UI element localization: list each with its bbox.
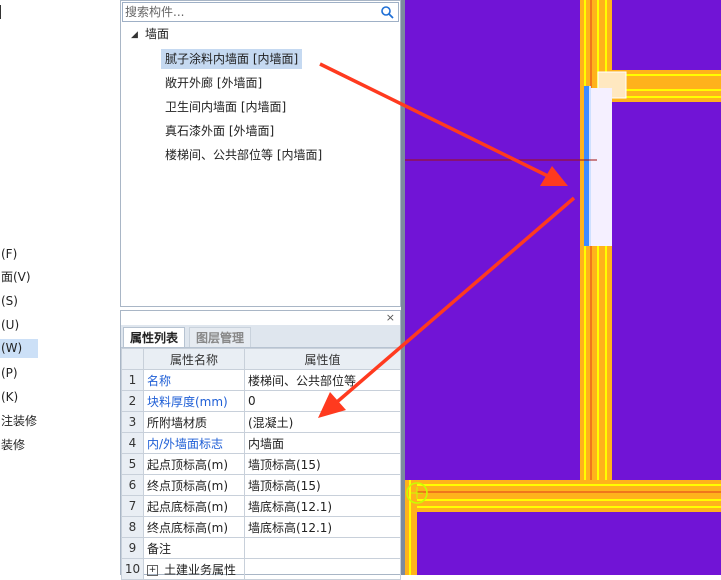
property-name-text: 起点顶标高(m) [147, 457, 229, 472]
property-value[interactable]: 墙底标高(12.1) [244, 495, 401, 517]
properties-panel: × 属性列表 图层管理 属性名称 属性值 1 名称 楼梯间、公共部位等 2 块料厚度(m… [120, 310, 401, 580]
property-name: 终点底标高(m) [143, 516, 245, 538]
property-value[interactable]: 墙底标高(12.1) [244, 516, 401, 538]
property-name-text: 名称 [147, 373, 172, 388]
left-menu-item[interactable]: (F) [0, 245, 17, 264]
header-index [121, 348, 144, 370]
search-box [122, 2, 399, 22]
left-menu-item[interactable]: (S) [0, 292, 18, 311]
row-index: 7 [121, 495, 144, 517]
row-index: 5 [121, 453, 144, 475]
property-name: 所附墙材质 [143, 411, 245, 433]
property-row[interactable]: 3 所附墙材质 (混凝土) [121, 411, 401, 433]
property-table-header: 属性名称 属性值 [121, 348, 401, 370]
row-index: 2 [121, 390, 144, 412]
header-property-name: 属性名称 [143, 348, 245, 370]
left-menu-item[interactable]: (K) [0, 388, 18, 407]
property-name-text: 终点顶标高(m) [147, 478, 229, 493]
left-menu-panel: (F) 面(V) (S) (U) (W) (P) (K) 注装修装修 [0, 0, 118, 575]
tree-root-label: 墙面 [145, 27, 170, 41]
property-name: 内/外墙面标志 [143, 432, 245, 454]
row-index: 9 [121, 537, 144, 559]
property-name-text: 块料厚度(mm) [147, 394, 228, 409]
property-table-body: 1 名称 楼梯间、公共部位等 2 块料厚度(mm) 0 3 所附墙材质 (混凝土) 4 内/外墙面标… [121, 369, 401, 580]
property-value[interactable]: 0 [244, 390, 401, 412]
selected-wall-edge [584, 86, 589, 246]
property-name: + 土建业务属性 [143, 558, 245, 580]
property-name-text: 备注 [147, 541, 172, 556]
component-tree-panel: ◢ 墙面 腻子涂料内墙面 [内墙面] 敞开外廊 [外墙面] 卫生间内墙面 [内墙面]… [120, 0, 401, 307]
left-menu-item[interactable]: (W) [0, 339, 38, 358]
row-index: 1 [121, 369, 144, 391]
property-table: 属性名称 属性值 1 名称 楼梯间、公共部位等 2 块料厚度(mm) 0 3 所附墙材质 (混凝… [121, 348, 401, 580]
property-name: 块料厚度(mm) [143, 390, 245, 412]
row-index: 4 [121, 432, 144, 454]
left-menu-item[interactable]: 注装修 [0, 412, 37, 431]
property-row[interactable]: 4 内/外墙面标志 内墙面 [121, 432, 401, 454]
left-menu-item[interactable]: (U) [0, 316, 19, 335]
property-name-text: 起点底标高(m) [147, 499, 229, 514]
truncated-item-edge [0, 5, 4, 19]
drawing-canvas[interactable] [405, 0, 721, 575]
property-value[interactable]: 楼梯间、公共部位等 [244, 369, 401, 391]
triangle-down-icon[interactable]: ◢ [131, 30, 138, 40]
property-name: 终点顶标高(m) [143, 474, 245, 496]
tab-layer-management[interactable]: 图层管理 [189, 327, 252, 347]
property-row[interactable]: 6 终点顶标高(m) 墙顶标高(15) [121, 474, 401, 496]
row-index: 6 [121, 474, 144, 496]
left-menu-item[interactable]: 面(V) [0, 268, 31, 287]
property-row[interactable]: 7 起点底标高(m) 墙底标高(12.1) [121, 495, 401, 517]
property-value[interactable]: 内墙面 [244, 432, 401, 454]
tree-item[interactable]: 腻子涂料内墙面 [内墙面] [161, 49, 303, 69]
property-name: 起点底标高(m) [143, 495, 245, 517]
property-value[interactable]: 墙顶标高(15) [244, 453, 401, 475]
property-row[interactable]: 5 起点顶标高(m) 墙顶标高(15) [121, 453, 401, 475]
row-index: 3 [121, 411, 144, 433]
property-name-text: 终点底标高(m) [147, 520, 229, 535]
properties-tabbar: 属性列表 图层管理 [121, 325, 400, 348]
tree-item[interactable]: 楼梯间、公共部位等 [内墙面] [165, 145, 322, 165]
row-index: 8 [121, 516, 144, 538]
plus-icon[interactable]: + [147, 564, 158, 576]
property-row[interactable]: 8 终点底标高(m) 墙底标高(12.1) [121, 516, 401, 538]
tree-item[interactable]: 敞开外廊 [外墙面] [165, 73, 262, 93]
property-value[interactable]: 墙顶标高(15) [244, 474, 401, 496]
tree-item[interactable]: 卫生间内墙面 [内墙面] [165, 97, 286, 117]
tree-item[interactable]: 真石漆外面 [外墙面] [165, 121, 274, 141]
left-menu-item[interactable]: 装修 [0, 436, 25, 455]
close-icon[interactable]: × [386, 312, 395, 324]
property-name-text: 所附墙材质 [147, 415, 208, 430]
tree-root-node[interactable]: 墙面 [145, 24, 169, 44]
property-value[interactable] [244, 537, 401, 559]
search-input[interactable] [125, 3, 375, 21]
property-row[interactable]: 9 备注 [121, 537, 401, 559]
property-name: 起点顶标高(m) [143, 453, 245, 475]
property-name: 备注 [143, 537, 245, 559]
property-name-text: 内/外墙面标志 [147, 436, 224, 451]
property-value[interactable]: (混凝土) [244, 411, 401, 433]
header-property-value: 属性值 [244, 348, 401, 370]
row-index: 10 [121, 558, 144, 580]
tab-property-list[interactable]: 属性列表 [123, 327, 186, 347]
search-icon[interactable] [380, 5, 394, 19]
property-name-text: 土建业务属性 [164, 562, 237, 577]
plan-drawing [405, 0, 721, 575]
property-row[interactable]: 10 + 土建业务属性 [121, 558, 401, 580]
left-menu-item[interactable]: (P) [0, 364, 18, 383]
property-value[interactable] [244, 558, 401, 580]
property-row[interactable]: 1 名称 楼梯间、公共部位等 [121, 369, 401, 391]
property-name: 名称 [143, 369, 245, 391]
selected-wall-edge-highlight [589, 86, 591, 246]
property-row[interactable]: 2 块料厚度(mm) 0 [121, 390, 401, 412]
